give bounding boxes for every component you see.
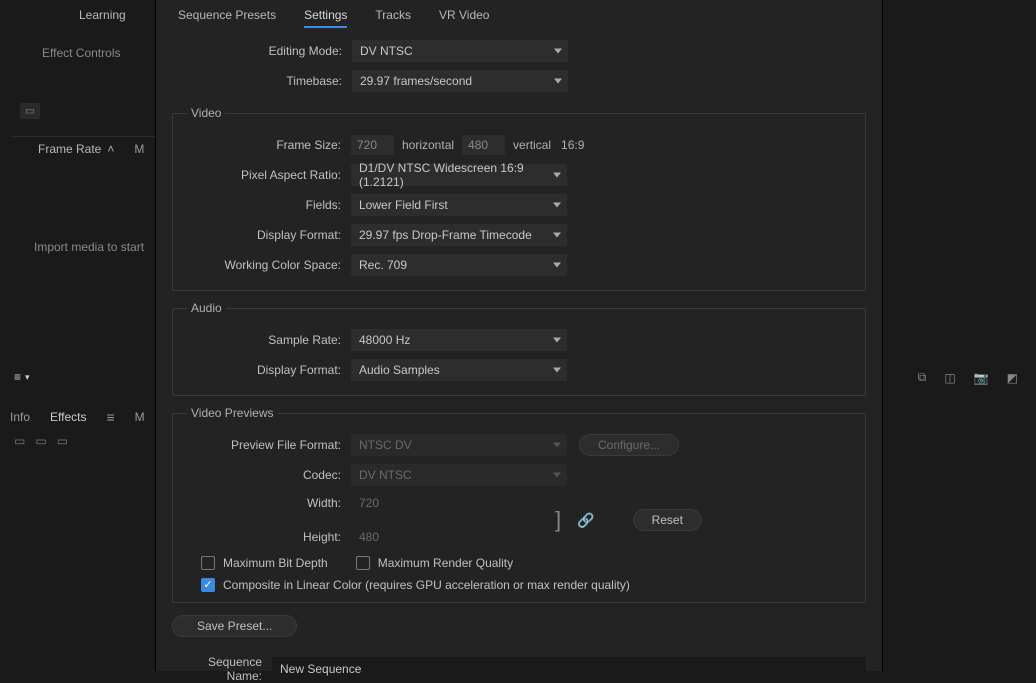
sample-rate-select[interactable]: 48000 Hz bbox=[351, 329, 567, 351]
link-bracket-icon: ] bbox=[555, 507, 561, 533]
checkbox-checked-icon: ✓ bbox=[201, 578, 215, 592]
audio-group: Audio Sample Rate: 48000 Hz Display Form… bbox=[172, 301, 866, 396]
working-color-space-select[interactable]: Rec. 709 bbox=[351, 254, 567, 276]
audio-legend: Audio bbox=[187, 301, 226, 315]
comparison-view-icon[interactable]: ◫ bbox=[944, 371, 955, 385]
preview-height-value: 480 bbox=[351, 530, 379, 544]
chevron-down-icon bbox=[553, 368, 561, 373]
preview-width-value: 720 bbox=[351, 496, 379, 510]
vertical-text: vertical bbox=[513, 138, 551, 152]
panel-tab-more: M bbox=[135, 410, 145, 424]
chevron-down-icon bbox=[554, 79, 562, 84]
max-bit-depth-checkbox[interactable]: Maximum Bit Depth bbox=[201, 556, 328, 570]
chevron-down-icon bbox=[553, 173, 561, 178]
save-preset-button[interactable]: Save Preset... bbox=[172, 615, 297, 637]
configure-button: Configure... bbox=[579, 434, 679, 456]
panel-menu-icon[interactable]: ≡ bbox=[106, 409, 114, 425]
reset-button[interactable]: Reset bbox=[633, 509, 702, 531]
tab-vr-video[interactable]: VR Video bbox=[439, 8, 489, 26]
frame-height-field[interactable]: 480 bbox=[462, 135, 505, 155]
tab-tracks[interactable]: Tracks bbox=[375, 8, 411, 26]
sequence-name-label: Sequence Name: bbox=[172, 655, 272, 683]
audio-display-format-label: Display Format: bbox=[183, 363, 351, 377]
checkbox-icon bbox=[201, 556, 215, 570]
export-frame-icon[interactable]: ⧉ bbox=[918, 370, 927, 385]
preview-height-label: Height: bbox=[183, 530, 351, 544]
tab-sequence-presets[interactable]: Sequence Presets bbox=[178, 8, 276, 26]
frame-width-field[interactable]: 720 bbox=[351, 135, 394, 155]
bin-icon-3[interactable]: ▭ bbox=[57, 434, 68, 448]
max-bit-depth-label: Maximum Bit Depth bbox=[223, 556, 328, 570]
working-color-space-label: Working Color Space: bbox=[183, 258, 351, 272]
bin-icon-2[interactable]: ▭ bbox=[35, 434, 46, 448]
aspect-text: 16:9 bbox=[561, 138, 584, 152]
settings-icon[interactable]: ◩ bbox=[1007, 371, 1018, 385]
chevron-down-icon bbox=[553, 233, 561, 238]
column-more: M bbox=[134, 142, 144, 156]
panel-list-menu[interactable]: ≡ ▾ bbox=[14, 370, 30, 384]
import-media-hint: Import media to start bbox=[34, 240, 144, 254]
video-group: Video Frame Size: 720 horizontal 480 ver… bbox=[172, 106, 866, 291]
composite-linear-checkbox[interactable]: ✓ Composite in Linear Color (requires GP… bbox=[201, 578, 630, 592]
par-label: Pixel Aspect Ratio: bbox=[183, 168, 351, 182]
video-display-format-label: Display Format: bbox=[183, 228, 351, 242]
sequence-name-input[interactable] bbox=[272, 657, 866, 681]
new-sequence-dialog: Sequence Presets Settings Tracks VR Vide… bbox=[155, 0, 883, 671]
camera-icon[interactable]: 📷 bbox=[974, 371, 989, 385]
video-previews-legend: Video Previews bbox=[187, 406, 278, 420]
fields-select[interactable]: Lower Field First bbox=[351, 194, 567, 216]
max-render-quality-label: Maximum Render Quality bbox=[378, 556, 513, 570]
preview-file-format-select: NTSC DV bbox=[351, 434, 567, 456]
chevron-down-icon bbox=[553, 473, 561, 478]
video-display-format-select[interactable]: 29.97 fps Drop-Frame Timecode bbox=[351, 224, 567, 246]
link-icon[interactable]: 🔗 bbox=[577, 512, 594, 529]
sort-arrow-icon[interactable]: ˄ bbox=[107, 142, 114, 156]
frame-size-label: Frame Size: bbox=[183, 138, 351, 152]
checkbox-icon bbox=[356, 556, 370, 570]
panel-tab-info[interactable]: Info bbox=[10, 410, 30, 424]
horizontal-text: horizontal bbox=[402, 138, 454, 152]
panel-tab-effects[interactable]: Effects bbox=[50, 410, 86, 424]
codec-select: DV NTSC bbox=[351, 464, 567, 486]
chevron-down-icon bbox=[553, 338, 561, 343]
column-frame-rate[interactable]: Frame Rate bbox=[38, 142, 101, 156]
timebase-label: Timebase: bbox=[172, 74, 352, 88]
video-previews-group: Video Previews Preview File Format: NTSC… bbox=[172, 406, 866, 603]
tab-settings[interactable]: Settings bbox=[304, 8, 347, 28]
chevron-down-icon: ▾ bbox=[25, 372, 30, 383]
fields-label: Fields: bbox=[183, 198, 351, 212]
max-render-quality-checkbox[interactable]: Maximum Render Quality bbox=[356, 556, 513, 570]
codec-label: Codec: bbox=[183, 468, 351, 482]
panel-tab-effect-controls[interactable]: Effect Controls bbox=[42, 46, 120, 60]
chevron-down-icon bbox=[553, 263, 561, 268]
editing-mode-select[interactable]: DV NTSC bbox=[352, 40, 568, 62]
chevron-down-icon bbox=[553, 443, 561, 448]
audio-display-format-select[interactable]: Audio Samples bbox=[351, 359, 567, 381]
chevron-down-icon bbox=[553, 203, 561, 208]
timebase-select[interactable]: 29.97 frames/second bbox=[352, 70, 568, 92]
video-legend: Video bbox=[187, 106, 225, 120]
workspace-tab-learning[interactable]: Learning bbox=[79, 0, 126, 30]
sample-rate-label: Sample Rate: bbox=[183, 333, 351, 347]
bin-icon[interactable]: ▭ bbox=[14, 434, 25, 448]
preview-width-label: Width: bbox=[183, 496, 351, 510]
composite-linear-label: Composite in Linear Color (requires GPU … bbox=[223, 578, 630, 592]
editing-mode-label: Editing Mode: bbox=[172, 44, 352, 58]
chevron-down-icon bbox=[554, 49, 562, 54]
menu-lines-icon: ≡ bbox=[14, 370, 21, 384]
fx-badge-icon: ▭ bbox=[20, 103, 40, 119]
preview-file-format-label: Preview File Format: bbox=[183, 438, 351, 452]
par-select[interactable]: D1/DV NTSC Widescreen 16:9 (1.2121) bbox=[351, 164, 567, 186]
